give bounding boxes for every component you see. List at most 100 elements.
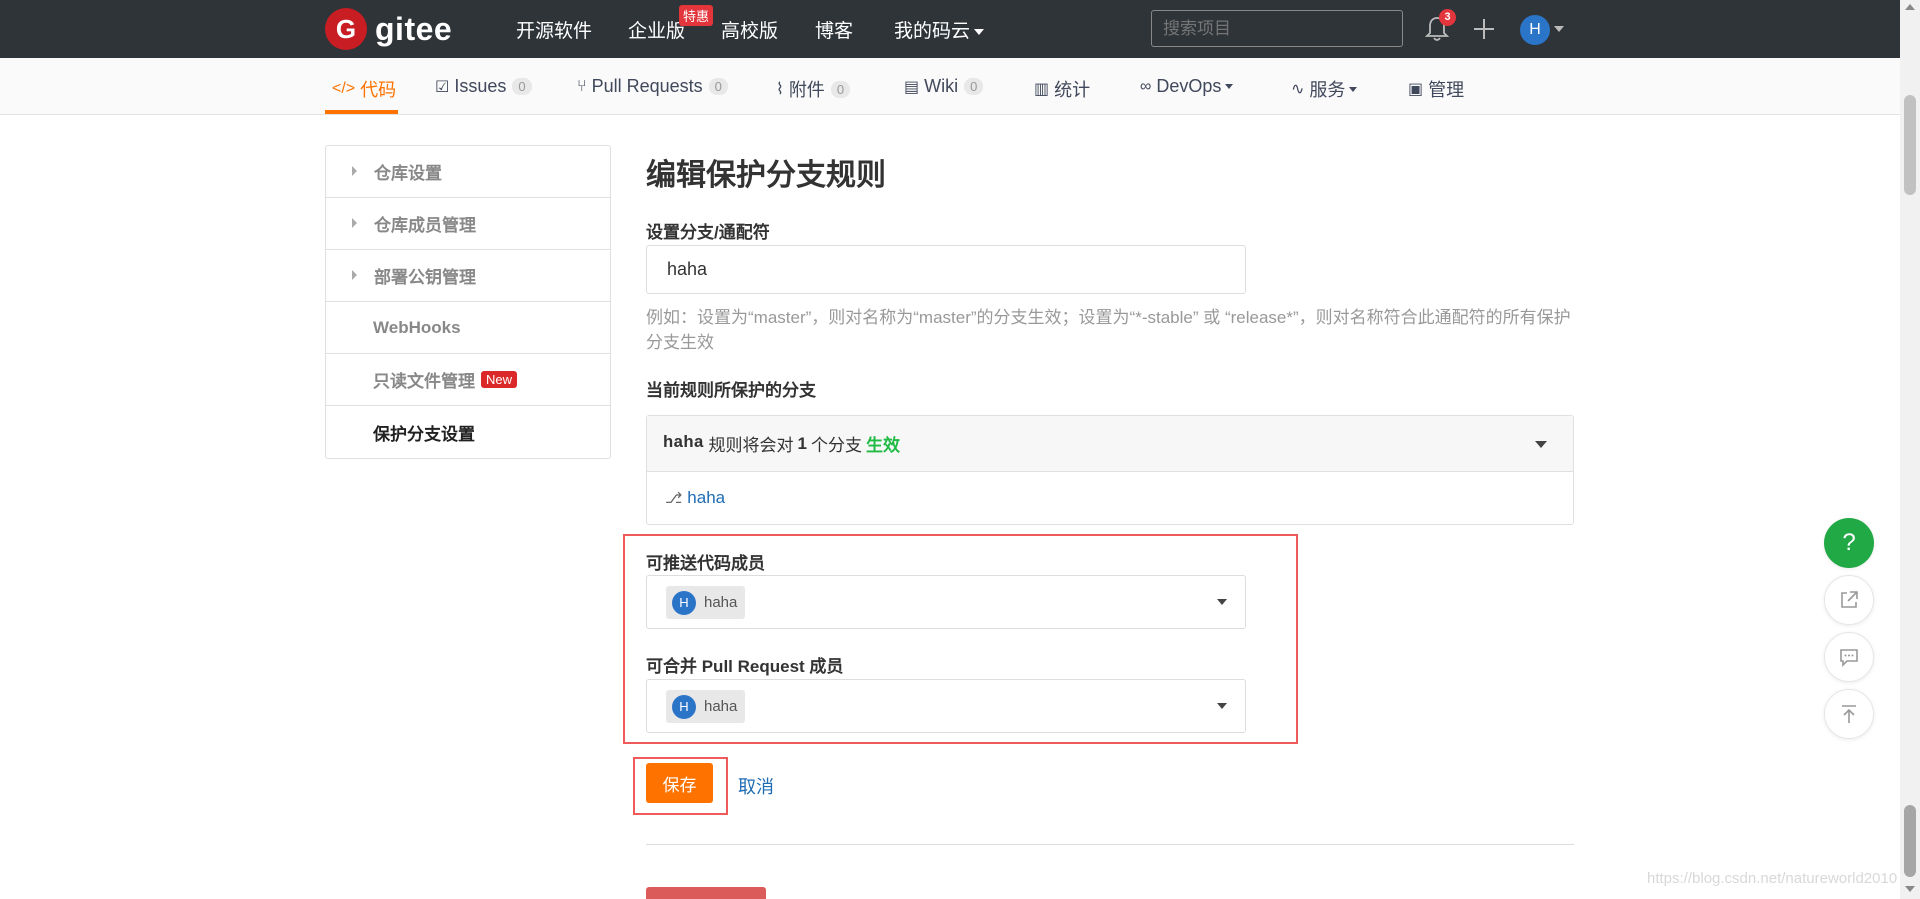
feedback-button[interactable]: [1824, 632, 1874, 682]
branch-pattern-input[interactable]: [646, 245, 1246, 294]
tab-attachments[interactable]: ⌇ 附件 0: [776, 76, 851, 102]
tab-issues-label: Issues: [454, 76, 507, 96]
nav-education[interactable]: 高校版: [721, 16, 778, 43]
active-tab-underline: [325, 110, 398, 114]
push-members-label: 可推送代码成员: [646, 554, 765, 573]
pull-requests-count: 0: [708, 78, 728, 95]
tab-wiki-label: Wiki: [924, 76, 959, 96]
brand-name: gitee: [375, 10, 453, 47]
devops-icon: ∞: [1140, 77, 1152, 95]
sidebar-item-protected-branches[interactable]: 保护分支设置: [326, 406, 610, 458]
chevron-down-icon[interactable]: [1217, 703, 1227, 709]
wiki-icon: ▤: [904, 78, 920, 96]
sidebar-item-readonly-files[interactable]: 只读文件管理 New: [326, 354, 610, 406]
branch-icon: ⎇: [665, 490, 683, 507]
repo-tab-bar: </> 代码 ☑ Issues 0 ⑂ Pull Requests 0 ⌇ 附件 0 ▤ Wik…: [0, 58, 1900, 115]
tab-wiki[interactable]: ▤ Wiki 0: [904, 76, 984, 97]
gitee-logo-icon: G: [325, 8, 367, 50]
attachment-icon: ⌇: [776, 81, 784, 98]
tab-code[interactable]: </> 代码: [332, 76, 396, 102]
chevron-down-icon: [974, 28, 985, 35]
tab-pull-requests[interactable]: ⑂ Pull Requests 0: [577, 76, 728, 97]
wiki-count: 0: [964, 78, 984, 95]
protected-branch-link[interactable]: haha: [687, 488, 725, 508]
sidebar-item-members[interactable]: 仓库成员管理: [326, 198, 610, 250]
scroll-down-arrow-icon[interactable]: [1905, 886, 1915, 892]
tab-manage-label: 管理: [1428, 80, 1465, 100]
manage-icon: ▣: [1408, 81, 1424, 98]
member-chip[interactable]: H haha: [666, 586, 746, 619]
merge-members-select[interactable]: H haha: [646, 679, 1246, 733]
share-button[interactable]: [1824, 575, 1874, 625]
tab-manage[interactable]: ▣ 管理: [1408, 76, 1464, 102]
caret-right-icon: [352, 270, 357, 280]
search-input[interactable]: [1151, 10, 1403, 47]
sidebar-item-label: 仓库设置: [374, 164, 442, 183]
nav-blog[interactable]: 博客: [815, 16, 853, 43]
tab-stats-label: 统计: [1054, 80, 1091, 100]
pull-request-icon: ⑂: [577, 77, 587, 95]
scrollbar-thumb[interactable]: [1904, 95, 1916, 195]
chevron-down-icon[interactable]: [1217, 599, 1227, 605]
sidebar-item-label: 只读文件管理: [373, 372, 475, 391]
nav-open-source[interactable]: 开源软件: [516, 16, 592, 43]
plus-icon[interactable]: [1472, 17, 1496, 41]
nav-enterprise[interactable]: 企业版: [628, 16, 685, 43]
protected-branch-item: ⎇ haha: [647, 472, 1573, 524]
merge-members-label: 可合并 Pull Request 成员: [646, 657, 844, 676]
protected-branches-summary[interactable]: haha 规则将会对 1 个分支 生效: [647, 416, 1573, 472]
top-navbar: G gitee 开源软件 企业版 特惠 高校版 博客 我的码云 3 H: [0, 0, 1900, 58]
tab-service-label: 服务: [1309, 80, 1346, 100]
gitee-logo[interactable]: G gitee: [325, 8, 452, 50]
member-chip-name: haha: [704, 594, 738, 611]
save-button[interactable]: 保存: [646, 763, 713, 803]
nav-my-gitee[interactable]: 我的码云: [894, 16, 985, 43]
sidebar-item-webhooks[interactable]: WebHooks: [326, 302, 610, 354]
watermark: https://blog.csdn.net/natureworld2010: [1647, 870, 1898, 887]
back-to-top-button[interactable]: [1824, 689, 1874, 739]
branch-pattern-hint: 例如：设置为“master”，则对名称为“master”的分支生效；设置为“*-…: [646, 308, 1571, 352]
chevron-down-icon[interactable]: [1535, 441, 1547, 448]
sidebar-item-label: 保护分支设置: [373, 424, 475, 444]
delete-rule-button[interactable]: [646, 887, 766, 899]
avatar: H: [672, 590, 696, 615]
branch-count: 1: [797, 433, 808, 453]
caret-right-icon: [352, 166, 357, 176]
scroll-up-arrow-icon[interactable]: [1905, 4, 1915, 10]
sidebar-item-repo-settings[interactable]: 仓库设置: [326, 146, 610, 198]
code-icon: </>: [332, 80, 356, 97]
help-button[interactable]: ?: [1824, 518, 1874, 568]
share-icon: [1841, 591, 1858, 608]
page-title: 编辑保护分支规则: [646, 159, 886, 192]
caret-right-icon: [352, 218, 357, 228]
tab-attachments-label: 附件: [788, 80, 825, 100]
tab-stats[interactable]: ▥ 统计: [1034, 76, 1090, 102]
settings-sidebar: 仓库设置 仓库成员管理 部署公钥管理 WebHooks 只读文件管理 New 保…: [325, 145, 611, 459]
tab-service[interactable]: ∿ 服务: [1291, 76, 1358, 102]
hot-badge: 特惠: [679, 5, 714, 26]
sidebar-item-deploy-keys[interactable]: 部署公钥管理: [326, 250, 610, 302]
cancel-link[interactable]: 取消: [738, 773, 774, 799]
member-chip-name: haha: [704, 698, 738, 715]
stats-icon: ▥: [1034, 81, 1050, 98]
divider: [646, 844, 1574, 845]
avatar: H: [672, 694, 696, 719]
tab-devops-label: DevOps: [1156, 76, 1222, 96]
tab-devops[interactable]: ∞ DevOps: [1140, 76, 1234, 97]
member-chip[interactable]: H haha: [666, 690, 746, 723]
rule-name: haha: [663, 434, 704, 453]
new-badge: New: [481, 371, 518, 388]
avatar-chevron-down-icon[interactable]: [1554, 26, 1564, 32]
sidebar-item-label: 部署公钥管理: [374, 268, 476, 287]
attachments-count: 0: [830, 80, 851, 98]
rule-status: 生效: [866, 436, 901, 455]
arrow-up-icon: [1842, 705, 1856, 723]
push-members-select[interactable]: H haha: [646, 575, 1246, 629]
sidebar-item-label: WebHooks: [373, 317, 461, 337]
scrollbar-lower-thumb[interactable]: [1904, 805, 1916, 877]
tab-issues[interactable]: ☑ Issues 0: [435, 76, 532, 97]
page-scrollbar[interactable]: [1900, 0, 1920, 899]
summary-text-b: 个分支: [811, 436, 863, 455]
notification-count-badge: 3: [1439, 9, 1456, 26]
user-avatar[interactable]: H: [1520, 15, 1550, 45]
